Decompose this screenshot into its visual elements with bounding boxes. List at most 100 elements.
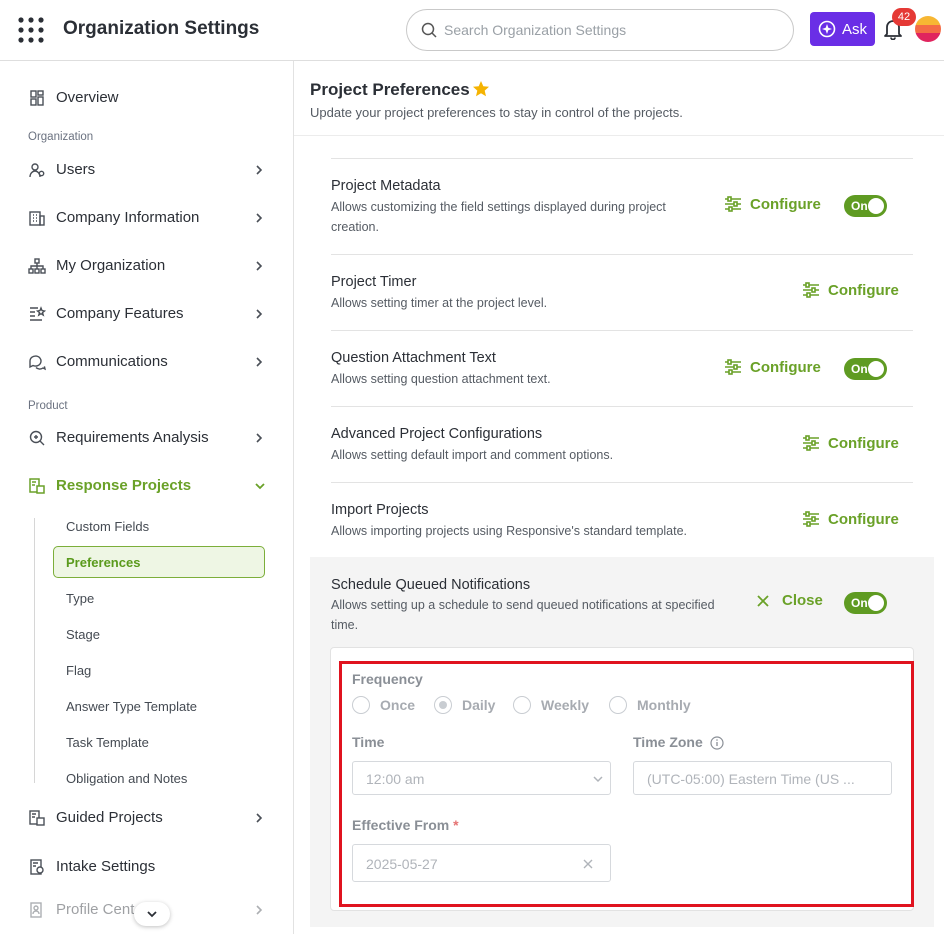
profile-icon xyxy=(28,901,46,919)
response-projects-icon xyxy=(28,477,46,495)
sliders-icon xyxy=(802,434,820,452)
page-title: Project Preferences xyxy=(310,80,470,99)
timezone-value: (UTC-05:00) Eastern Time (US ... xyxy=(647,771,855,787)
toggle-label: On xyxy=(851,362,868,376)
sidebar-item-overview[interactable]: Overview xyxy=(0,78,294,118)
app-title: Organization Settings xyxy=(63,18,260,39)
toggle-label: On xyxy=(851,199,868,213)
avatar[interactable] xyxy=(915,16,941,42)
info-icon[interactable] xyxy=(710,736,724,750)
list-item: Question Attachment Text Allows setting … xyxy=(331,330,913,406)
toggle-switch[interactable]: On xyxy=(844,358,887,380)
sub-item-type[interactable]: Type xyxy=(66,591,94,606)
configure-button[interactable]: Configure xyxy=(724,195,821,213)
chevron-down-icon xyxy=(254,480,266,492)
preferences-list: Project Metadata Allows customizing the … xyxy=(310,136,934,934)
sidebar-item-label: Company Information xyxy=(56,209,200,226)
timezone-label-text: Time Zone xyxy=(633,734,703,750)
effective-from-label-text: Effective From xyxy=(352,817,450,833)
star-icon[interactable] xyxy=(472,80,490,98)
section-label-organization: Organization xyxy=(28,131,94,143)
radio-once[interactable]: Once xyxy=(352,696,415,714)
radio-label: Daily xyxy=(462,697,496,713)
guided-projects-icon xyxy=(28,809,46,827)
list-item: Import Projects Allows importing project… xyxy=(331,482,913,557)
notification-badge: 42 xyxy=(892,8,916,26)
sidebar-item-users[interactable]: Users xyxy=(0,150,294,190)
sidebar-item-label: Communications xyxy=(56,353,168,370)
search-input[interactable] xyxy=(444,19,774,41)
configure-button[interactable]: Configure xyxy=(802,434,899,452)
row-description: Allows setting timer at the project leve… xyxy=(331,296,548,310)
time-select[interactable]: 12:00 am xyxy=(352,761,611,795)
list-item: Advanced Project Configurations Allows s… xyxy=(331,406,913,482)
sidebar-item-guided-projects[interactable]: Guided Projects xyxy=(0,798,294,838)
ask-button[interactable]: Ask xyxy=(810,12,875,46)
intake-icon xyxy=(28,858,46,876)
sidebar-item-company-information[interactable]: Company Information xyxy=(0,198,294,238)
toggle-switch[interactable]: On xyxy=(844,195,887,217)
chevron-right-icon xyxy=(254,164,264,176)
configure-button[interactable]: Configure xyxy=(724,358,821,376)
sidebar-item-requirements-analysis[interactable]: Requirements Analysis xyxy=(0,418,294,458)
radio-weekly[interactable]: Weekly xyxy=(513,696,589,714)
row-title: Schedule Queued Notifications xyxy=(331,577,531,593)
close-button[interactable]: Close xyxy=(756,592,823,609)
top-bar: Organization Settings Ask 42 xyxy=(0,0,944,61)
sidebar-item-label: Overview xyxy=(56,89,119,106)
frequency-label: Frequency xyxy=(352,671,423,687)
chevron-right-icon xyxy=(254,260,264,272)
time-label: Time xyxy=(352,734,385,750)
configure-button[interactable]: Configure xyxy=(802,281,899,299)
configure-label: Configure xyxy=(828,434,899,452)
time-value: 12:00 am xyxy=(366,771,425,787)
effective-from-date-input[interactable]: 2025-05-27 xyxy=(352,844,611,882)
chevron-right-icon xyxy=(254,904,264,916)
list-item: Project Metadata Allows customizing the … xyxy=(331,158,913,254)
date-value: 2025-05-27 xyxy=(366,856,438,872)
sub-item-task-template[interactable]: Task Template xyxy=(66,735,149,750)
sub-item-obligation-and-notes[interactable]: Obligation and Notes xyxy=(66,771,187,786)
row-description: Allows setting up a schedule to send que… xyxy=(331,598,715,632)
effective-from-label: Effective From * xyxy=(352,817,459,833)
sub-item-flag[interactable]: Flag xyxy=(66,663,91,678)
row-title: Question Attachment Text xyxy=(331,350,496,366)
app-launcher-icon[interactable] xyxy=(18,17,44,43)
radio-monthly[interactable]: Monthly xyxy=(609,696,691,714)
toggle-switch[interactable]: On xyxy=(844,592,887,614)
configure-button[interactable]: Configure xyxy=(802,510,899,528)
sliders-icon xyxy=(724,358,742,376)
search-box[interactable] xyxy=(406,9,794,51)
chevron-right-icon xyxy=(254,212,264,224)
page-header: Project Preferences Update your project … xyxy=(294,61,944,136)
features-icon xyxy=(28,305,46,323)
sliders-icon xyxy=(724,195,742,213)
sub-item-answer-type-template[interactable]: Answer Type Template xyxy=(66,699,197,714)
sub-item-preferences[interactable]: Preferences xyxy=(53,546,265,578)
sidebar-item-intake-settings[interactable]: Intake Settings xyxy=(0,847,294,887)
clear-icon[interactable] xyxy=(583,859,593,869)
sidebar-item-response-projects[interactable]: Response Projects xyxy=(0,466,294,506)
org-chart-icon xyxy=(28,257,46,275)
sidebar-item-company-features[interactable]: Company Features xyxy=(0,294,294,334)
scroll-down-button[interactable] xyxy=(134,902,170,926)
sidebar-item-communications[interactable]: Communications xyxy=(0,342,294,382)
sidebar-item-my-organization[interactable]: My Organization xyxy=(0,246,294,286)
sidebar-item-label: Company Features xyxy=(56,305,184,322)
sidebar-item-label: Profile Cent xyxy=(56,901,135,918)
chat-icon xyxy=(28,353,46,371)
sub-item-custom-fields[interactable]: Custom Fields xyxy=(66,519,149,534)
chevron-down-icon xyxy=(592,774,604,784)
chevron-down-icon xyxy=(146,909,158,919)
radio-daily[interactable]: Daily xyxy=(434,696,495,714)
radio-label: Weekly xyxy=(541,697,589,713)
timezone-select[interactable]: (UTC-05:00) Eastern Time (US ... xyxy=(633,761,892,795)
sidebar: Overview Organization Users Company Info… xyxy=(0,61,294,934)
row-title: Project Timer xyxy=(331,274,417,290)
sliders-icon xyxy=(802,281,820,299)
timezone-label: Time Zone xyxy=(633,734,703,750)
sub-item-stage[interactable]: Stage xyxy=(66,627,100,642)
sidebar-item-label: Response Projects xyxy=(56,477,192,494)
schedule-notifications-section: Schedule Queued Notifications Allows set… xyxy=(310,557,934,927)
close-label: Close xyxy=(782,592,823,609)
